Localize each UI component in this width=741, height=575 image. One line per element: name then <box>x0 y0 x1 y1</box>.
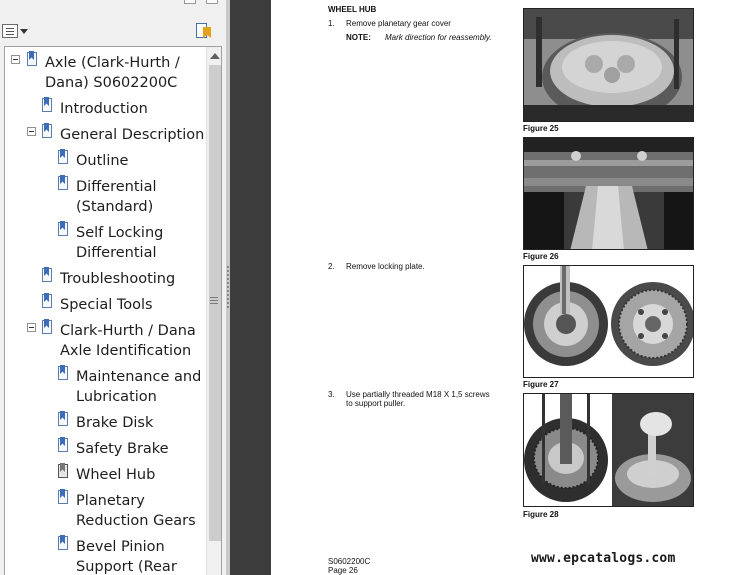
panel-options-control[interactable] <box>184 0 196 4</box>
options-menu-button[interactable] <box>2 22 28 40</box>
bookmark-icon <box>58 365 69 381</box>
bookmark-label: Safety Brake <box>76 441 169 457</box>
bookmark-label: Troubleshooting <box>60 271 176 287</box>
bookmark-icon <box>58 489 69 505</box>
note-label: NOTE: <box>346 33 371 42</box>
document-gutter <box>230 0 271 575</box>
bookmark-label: Differential <box>76 179 157 195</box>
bookmark-label: (Standard) <box>76 199 154 215</box>
step-text: Remove planetary gear cover <box>346 19 451 28</box>
bookmark-general-description[interactable]: General Description <box>5 123 205 145</box>
bookmark-label: Wheel Hub <box>76 467 156 483</box>
bookmark-label: Axle Identification <box>60 343 192 359</box>
figure-25-photo <box>523 8 694 122</box>
figure-caption: Figure 27 <box>523 380 559 389</box>
bookmark-icon <box>58 463 69 479</box>
bookmark-special-tools[interactable]: Special Tools <box>5 293 205 315</box>
bookmark-icon <box>42 267 53 283</box>
note-text: Mark direction for reassembly. <box>385 33 492 42</box>
footer-page: Page 26 <box>328 566 358 575</box>
collapse-toggle-icon[interactable] <box>11 55 20 64</box>
bookmark-label: Introduction <box>60 101 148 117</box>
watermark-text: www.epcatalogs.com <box>531 551 676 566</box>
bookmark-icon <box>58 535 69 551</box>
bookmarks-tree: Axle (Clark-Hurth / Dana) S0602200C Intr… <box>5 47 205 575</box>
bookmark-safety-brake[interactable]: Safety Brake <box>5 437 205 459</box>
figure-28-photo <box>523 393 694 507</box>
bookmarks-toolbar <box>0 0 226 46</box>
bookmark-label: General Description <box>60 127 205 143</box>
options-menu-icon <box>2 24 18 38</box>
bookmark-icon <box>42 123 53 139</box>
bookmark-icon <box>58 221 69 237</box>
bookmark-label: Maintenance and <box>76 369 202 385</box>
expand-current-bookmark-button[interactable] <box>194 22 212 40</box>
bookmark-planetary-reduction-gears[interactable]: Planetary Reduction Gears <box>5 489 205 531</box>
figure-caption: Figure 25 <box>523 124 559 133</box>
bookmark-label: Clark-Hurth / Dana <box>60 323 196 339</box>
chevron-down-icon <box>20 29 28 34</box>
bookmark-brake-disk[interactable]: Brake Disk <box>5 411 205 433</box>
step-text: Remove locking plate. <box>346 262 425 271</box>
bookmark-label: Reduction Gears <box>76 513 196 529</box>
bookmark-self-locking-differential[interactable]: Self Locking Differential <box>5 221 205 263</box>
bookmark-icon <box>27 51 38 67</box>
document-page: WHEEL HUB 1. Remove planetary gear cover… <box>271 0 741 575</box>
scroll-up-arrow-icon[interactable] <box>210 53 220 59</box>
section-title: WHEEL HUB <box>328 5 377 14</box>
bookmark-label: Bevel Pinion <box>76 539 165 555</box>
bookmark-label: Self Locking <box>76 225 164 241</box>
bookmark-axle-root[interactable]: Axle (Clark-Hurth / Dana) S0602200C <box>5 47 205 93</box>
step-number: 2. <box>328 262 335 271</box>
bookmarks-tree-container: Axle (Clark-Hurth / Dana) S0602200C Intr… <box>4 46 222 575</box>
bookmark-label: Outline <box>76 153 129 169</box>
bookmark-outline[interactable]: Outline <box>5 149 205 171</box>
bookmark-wheel-hub[interactable]: Wheel Hub <box>5 463 205 485</box>
collapse-toggle-icon[interactable] <box>27 323 36 332</box>
bookmark-icon <box>42 97 53 113</box>
bookmark-label: Differential <box>76 245 157 261</box>
bookmark-icon <box>58 149 69 165</box>
scroll-grip-icon <box>210 297 218 304</box>
bookmarks-panel: Axle (Clark-Hurth / Dana) S0602200C Intr… <box>0 0 226 575</box>
bookmark-label: Planetary <box>76 493 145 509</box>
step-number: 3. <box>328 390 335 399</box>
bookmark-label: Lubrication <box>76 389 157 405</box>
bookmark-maintenance-lubrication[interactable]: Maintenance and Lubrication <box>5 365 205 407</box>
bookmark-label: Brake Disk <box>76 415 154 431</box>
collapse-toggle-icon[interactable] <box>27 127 36 136</box>
step-number: 1. <box>328 19 335 28</box>
bookmark-icon <box>58 437 69 453</box>
splitter-grip-icon <box>227 266 229 308</box>
bookmark-label: Support (Rear <box>76 559 177 575</box>
bookmark-label: Axle (Clark-Hurth / <box>45 55 180 71</box>
bookmark-icon <box>58 411 69 427</box>
figure-27-photo <box>523 265 694 378</box>
bookmark-icon <box>58 175 69 191</box>
bookmark-differential-standard[interactable]: Differential (Standard) <box>5 175 205 217</box>
bookmarks-scrollbar[interactable] <box>206 47 221 575</box>
bookmark-introduction[interactable]: Introduction <box>5 97 205 119</box>
bookmark-label: Dana) S0602200C <box>45 75 178 91</box>
bookmark-bevel-pinion-support[interactable]: Bevel Pinion Support (Rear <box>5 535 205 575</box>
figure-26-photo <box>523 137 694 250</box>
panel-close-control[interactable] <box>206 0 218 4</box>
figure-caption: Figure 28 <box>523 510 559 519</box>
figure-caption: Figure 26 <box>523 252 559 261</box>
bookmark-icon <box>42 293 53 309</box>
step-text: to support puller. <box>346 399 406 408</box>
bookmark-axle-identification[interactable]: Clark-Hurth / Dana Axle Identification <box>5 319 205 361</box>
bookmark-troubleshooting[interactable]: Troubleshooting <box>5 267 205 289</box>
bookmark-label: Special Tools <box>60 297 153 313</box>
bookmark-icon <box>42 319 53 335</box>
